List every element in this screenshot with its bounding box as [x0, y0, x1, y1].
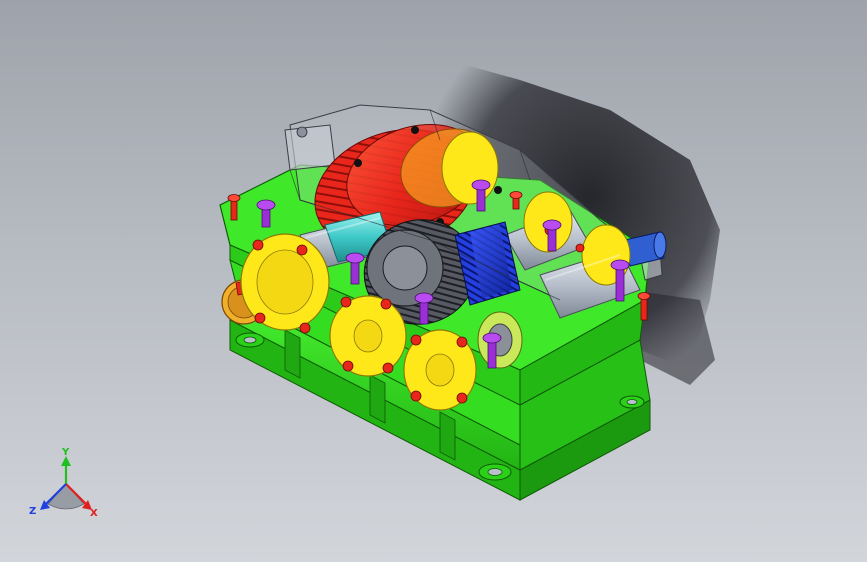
- axis-triad[interactable]: Y X Z: [26, 448, 106, 522]
- 3d-viewport[interactable]: [0, 0, 867, 562]
- z-axis-label: Z: [29, 506, 36, 517]
- x-axis-label: X: [90, 508, 98, 519]
- bearing-cap-back-1[interactable]: [441, 131, 499, 205]
- bearing-cap-right[interactable]: [403, 329, 477, 411]
- y-axis-label: Y: [61, 448, 70, 458]
- bearing-cap-middle[interactable]: [329, 295, 407, 377]
